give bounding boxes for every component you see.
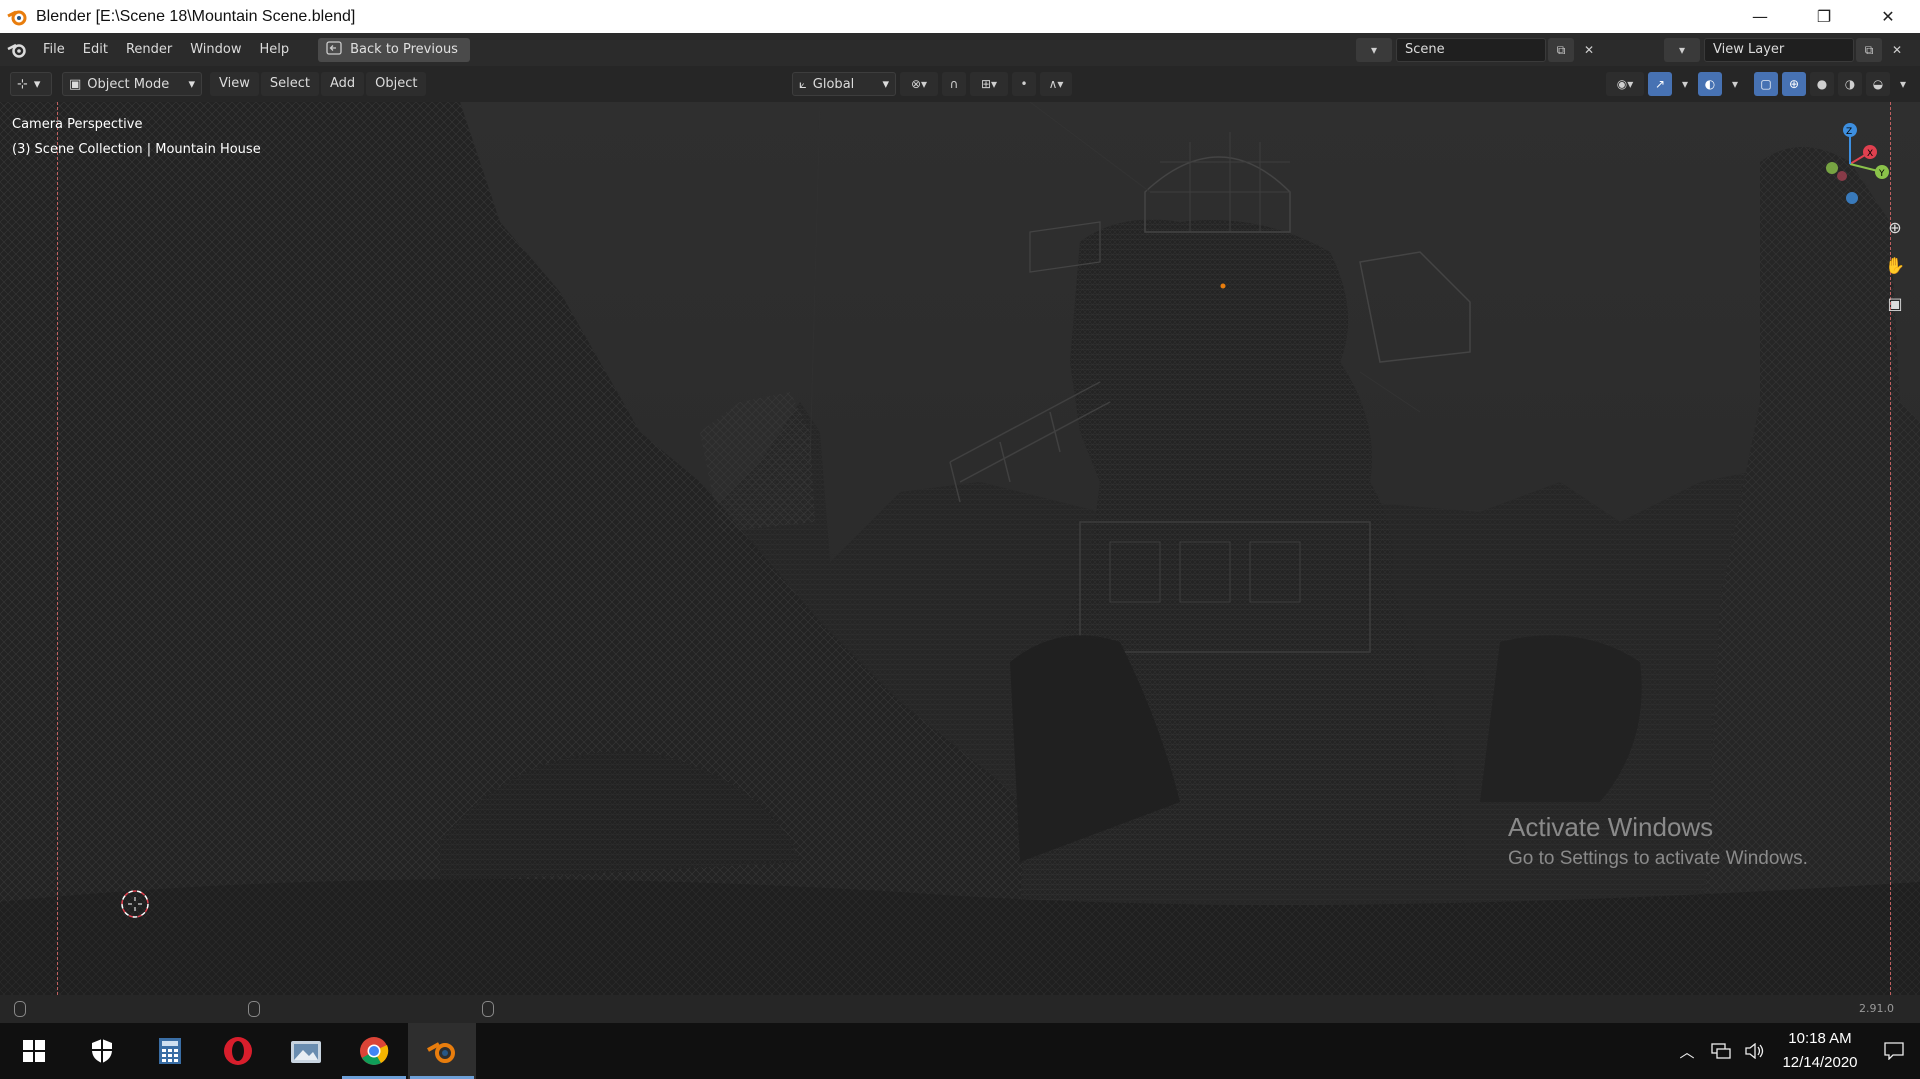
vp-menu-select[interactable]: Select xyxy=(260,72,319,96)
navigation-gizmo[interactable]: Z X Y xyxy=(1810,110,1900,214)
blender-topbar: File Edit Render Window Help Back to Pre… xyxy=(0,33,1920,66)
chevron-down-icon: ▾ xyxy=(33,76,41,92)
zoom-icon[interactable]: ⊕ xyxy=(1882,214,1908,240)
scene-collection-label: (3) Scene Collection | Mountain House xyxy=(12,142,261,157)
camera-view-icon[interactable]: ▣ xyxy=(1882,290,1908,316)
pan-hand-icon[interactable]: ✋ xyxy=(1882,252,1908,278)
camera-frame-left xyxy=(57,102,58,995)
material-shading-icon[interactable]: ◑ xyxy=(1838,72,1862,96)
system-tray: ︿ 10:18 AM 12/14/2020 xyxy=(1670,1023,1920,1079)
visibility-icon[interactable]: ◉▾ xyxy=(1606,72,1644,96)
chevron-down-icon: ▾ xyxy=(188,76,195,92)
restore-button[interactable]: ❐ xyxy=(1792,0,1856,33)
window-title: Blender [E:\Scene 18\Mountain Scene.blen… xyxy=(36,7,356,25)
menu-window[interactable]: Window xyxy=(181,33,250,66)
taskbar-clock[interactable]: 10:18 AM 12/14/2020 xyxy=(1772,1027,1868,1075)
back-icon xyxy=(326,40,342,59)
calculator-icon[interactable] xyxy=(136,1023,204,1079)
view-layer-selector: ▾ View Layer ⧉ ✕ xyxy=(1664,38,1910,62)
neg-y-axis-handle[interactable] xyxy=(1826,162,1838,174)
neg-x-axis-handle[interactable] xyxy=(1837,171,1847,181)
editor-type-dropdown[interactable]: ⊹ ▾ xyxy=(10,72,52,96)
view-layer-browse-icon[interactable]: ▾ xyxy=(1664,38,1700,62)
rendered-shading-icon[interactable]: ◒ xyxy=(1866,72,1890,96)
proportional-edit-icon[interactable]: • xyxy=(1012,72,1036,96)
object-mode-dropdown[interactable]: ▣ Object Mode ▾ xyxy=(62,72,202,96)
x-axis-label: X xyxy=(1867,149,1873,159)
clock-date: 12/14/2020 xyxy=(1782,1054,1858,1071)
xray-toggle-icon[interactable]: ▢ xyxy=(1754,72,1778,96)
chevron-up-icon[interactable]: ︿ xyxy=(1670,1041,1704,1062)
back-to-previous-button[interactable]: Back to Previous xyxy=(318,37,470,62)
transform-orientation-label: Global xyxy=(812,76,855,92)
y-axis-label: Y xyxy=(1878,169,1885,179)
menu-render[interactable]: Render xyxy=(117,33,181,66)
delete-scene-icon[interactable]: ✕ xyxy=(1576,38,1602,62)
status-bar: 2.91.0 xyxy=(0,995,1920,1023)
menu-edit[interactable]: Edit xyxy=(74,33,117,66)
volume-icon[interactable] xyxy=(1738,1043,1772,1059)
mouse-right-icon xyxy=(482,1001,494,1017)
chevron-down-icon[interactable]: ▾ xyxy=(1894,72,1912,96)
falloff-icon[interactable]: ∧▾ xyxy=(1040,72,1072,96)
opera-icon[interactable] xyxy=(204,1023,272,1079)
blender-app-icon xyxy=(6,6,28,28)
mouse-left-icon xyxy=(14,1001,26,1017)
z-axis-label: Z xyxy=(1846,127,1852,137)
vp-menu-object[interactable]: Object xyxy=(366,72,427,96)
menu-file[interactable]: File xyxy=(34,33,74,66)
scene-browse-icon[interactable]: ▾ xyxy=(1356,38,1392,62)
new-scene-icon[interactable]: ⧉ xyxy=(1548,38,1574,62)
windows-taskbar: ︿ 10:18 AM 12/14/2020 xyxy=(0,1023,1920,1079)
pivot-point-icon[interactable]: ⊗▾ xyxy=(900,72,938,96)
wireframe-shading-icon[interactable]: ⊕ xyxy=(1782,72,1806,96)
object-mode-label: Object Mode xyxy=(87,76,170,92)
blender-version: 2.91.0 xyxy=(1859,1002,1894,1015)
solid-shading-icon[interactable]: ● xyxy=(1810,72,1834,96)
transform-orientation-dropdown[interactable]: ⟀ Global ▾ xyxy=(792,72,896,96)
photos-icon[interactable] xyxy=(272,1023,340,1079)
vp-menu-add[interactable]: Add xyxy=(320,72,365,96)
minimize-button[interactable]: — xyxy=(1728,0,1792,33)
close-button[interactable]: ✕ xyxy=(1856,0,1920,33)
chevron-down-icon[interactable]: ▾ xyxy=(1726,72,1744,96)
new-view-layer-icon[interactable]: ⧉ xyxy=(1856,38,1882,62)
viewport-header: ⊹ ▾ ▣ Object Mode ▾ View Select Add Objec… xyxy=(0,66,1920,102)
neg-z-axis-handle[interactable] xyxy=(1846,192,1858,204)
mouse-middle-icon xyxy=(248,1001,260,1017)
overlays-toggle-icon[interactable]: ◐ xyxy=(1698,72,1722,96)
snap-toggle-icon[interactable]: ∩ xyxy=(942,72,966,96)
snap-target-icon[interactable]: ⊞▾ xyxy=(970,72,1008,96)
object-mode-icon: ▣ xyxy=(69,76,82,92)
orientation-icon: ⟀ xyxy=(799,76,807,92)
chrome-icon[interactable] xyxy=(340,1023,408,1079)
delete-view-layer-icon[interactable]: ✕ xyxy=(1884,38,1910,62)
vp-menu-view[interactable]: View xyxy=(210,72,259,96)
menu-help[interactable]: Help xyxy=(251,33,299,66)
activate-windows-subtitle: Go to Settings to activate Windows. xyxy=(1508,848,1808,869)
notifications-icon[interactable] xyxy=(1868,1042,1920,1060)
window-titlebar: Blender [E:\Scene 18\Mountain Scene.blen… xyxy=(0,0,1920,33)
network-icon[interactable] xyxy=(1704,1043,1738,1059)
scene-selector: ▾ Scene ⧉ ✕ xyxy=(1356,38,1602,62)
blender-logo-icon[interactable] xyxy=(0,33,34,66)
axis-icon: ⊹ xyxy=(17,76,28,92)
scene-name-field[interactable]: Scene xyxy=(1396,38,1546,62)
security-icon[interactable] xyxy=(68,1023,136,1079)
camera-perspective-label: Camera Perspective xyxy=(12,117,143,132)
view-layer-name-field[interactable]: View Layer xyxy=(1704,38,1854,62)
gizmo-toggle-icon[interactable]: ↗ xyxy=(1648,72,1672,96)
3d-viewport[interactable]: Camera Perspective (3) Scene Collection … xyxy=(0,102,1920,995)
chevron-down-icon[interactable]: ▾ xyxy=(1676,72,1694,96)
blender-icon[interactable] xyxy=(408,1023,476,1079)
clock-time: 10:18 AM xyxy=(1788,1030,1852,1047)
start-icon[interactable] xyxy=(0,1023,68,1079)
back-to-previous-label: Back to Previous xyxy=(350,42,458,57)
activate-windows-title: Activate Windows xyxy=(1508,812,1714,842)
chevron-down-icon: ▾ xyxy=(882,76,889,92)
